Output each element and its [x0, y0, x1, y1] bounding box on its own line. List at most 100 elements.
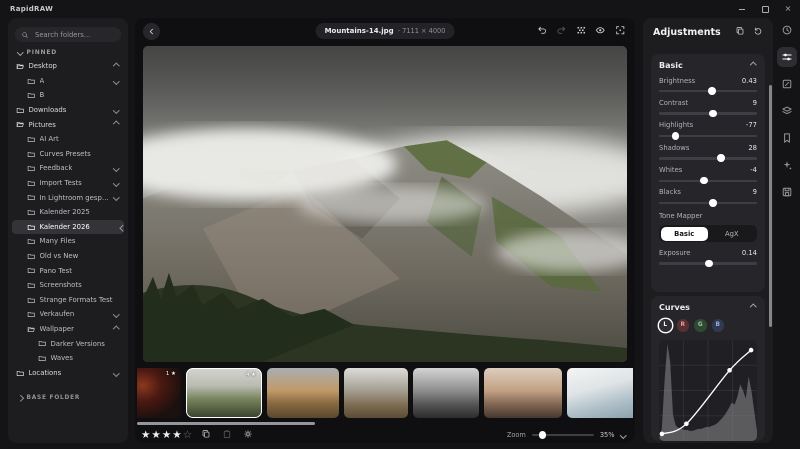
chevron-down-icon[interactable] [113, 180, 119, 186]
chevron-up-icon[interactable] [113, 63, 119, 69]
filmstrip-scrollbar[interactable] [137, 422, 315, 425]
curve-channel-l[interactable]: L [659, 319, 672, 332]
folder-item-ai-art[interactable]: AI Art [12, 132, 124, 147]
masks-panel-button[interactable] [777, 101, 797, 121]
zoom-slider[interactable] [532, 434, 594, 437]
exposure-slider[interactable] [659, 262, 757, 264]
filmstrip-thumb-cloud-peaks[interactable] [344, 368, 408, 418]
split-view-button[interactable] [576, 25, 587, 38]
chevron-up-icon[interactable] [113, 121, 119, 127]
pinned-section-header[interactable]: PINNED [18, 49, 57, 56]
folder-item-screenshots[interactable]: Screenshots [12, 278, 124, 293]
basic-section-header[interactable]: Basic [659, 61, 757, 70]
folder-item-curves-presets[interactable]: Curves Presets [12, 147, 124, 162]
filmstrip-thumb-paris-sunset[interactable] [484, 368, 562, 418]
folder-item-in-lightroom-gespeicherte[interactable]: In Lightroom gespeicherte ... [12, 190, 124, 205]
blacks-slider[interactable] [659, 202, 757, 204]
chevron-down-icon[interactable] [113, 194, 119, 200]
folder-item-wallpaper[interactable]: Wallpaper [12, 322, 124, 337]
folder-item-b[interactable]: B [12, 88, 124, 103]
filmstrip-thumb-snow-ridge[interactable] [567, 368, 633, 418]
chevron-up-icon[interactable] [113, 326, 119, 332]
zoom-slider-thumb[interactable] [539, 431, 547, 439]
slider-thumb[interactable] [709, 199, 717, 207]
ai-panel-button[interactable] [777, 155, 797, 175]
contrast-slider[interactable] [659, 112, 757, 114]
folder-item-kalender-2025[interactable]: Kalender 2025 [12, 205, 124, 220]
highlights-slider[interactable] [659, 135, 757, 137]
tone-mapper-option-basic[interactable]: Basic [661, 227, 709, 241]
tone-mapper-option-agx[interactable]: AgX [708, 227, 756, 241]
base-folder-row[interactable]: BASE FOLDER [18, 395, 80, 401]
curves-section-header[interactable]: Curves [659, 303, 757, 312]
filmstrip-settings-button[interactable] [243, 429, 253, 441]
folder-item-many-files[interactable]: Many Files [12, 234, 124, 249]
shadows-slider[interactable] [659, 157, 757, 159]
folder-item-strange-formats-test[interactable]: Strange Formats Test [12, 293, 124, 308]
chevron-down-icon[interactable] [113, 165, 119, 171]
slider-thumb[interactable] [672, 132, 680, 140]
chevron-down-icon[interactable] [113, 107, 119, 113]
preview-button[interactable] [595, 25, 606, 38]
curve-channel-g[interactable]: G [694, 319, 707, 332]
export-panel-button[interactable] [777, 182, 797, 202]
folder-item-downloads[interactable]: Downloads [12, 103, 124, 118]
fullscreen-button[interactable] [615, 25, 626, 38]
slider-thumb[interactable] [705, 260, 713, 268]
folder-item-waves[interactable]: Waves [12, 351, 124, 366]
whites-slider[interactable] [659, 180, 757, 182]
folder-item-feedback[interactable]: Feedback [12, 161, 124, 176]
sidebar-collapse-handle[interactable] [119, 222, 127, 234]
folder-item-pictures[interactable]: Pictures [12, 117, 124, 132]
curve-editor[interactable] [659, 340, 757, 441]
folder-item-import-tests[interactable]: Import Tests [12, 176, 124, 191]
chevron-down-icon[interactable] [113, 370, 119, 376]
history-panel-button[interactable] [777, 20, 797, 40]
folder-icon [38, 354, 47, 363]
folder-item-kalender-2026[interactable]: Kalender 2026 [12, 220, 124, 235]
image-canvas[interactable] [143, 46, 627, 362]
filmstrip-thumb-bw-city[interactable] [413, 368, 479, 418]
brightness-slider[interactable] [659, 90, 757, 92]
folder-item-locations[interactable]: Locations [12, 365, 124, 380]
adjustments-panel-button[interactable] [777, 47, 797, 67]
folder-item-verkaufen[interactable]: Verkaufen [12, 307, 124, 322]
folder-item-old-vs-new[interactable]: Old vs New [12, 249, 124, 264]
slider-thumb[interactable] [709, 110, 717, 118]
minimize-button[interactable] [736, 3, 748, 15]
folder-item-desktop[interactable]: Desktop [12, 59, 124, 74]
chevron-down-icon[interactable] [113, 311, 119, 317]
rating-star-5[interactable]: ☆ [183, 428, 192, 442]
curve-channel-r[interactable]: R [677, 319, 690, 332]
search-input[interactable] [33, 30, 117, 40]
paste-settings-button[interactable] [222, 429, 232, 441]
crop-panel-button[interactable] [777, 74, 797, 94]
presets-panel-button[interactable] [777, 128, 797, 148]
slider-thumb[interactable] [700, 177, 708, 185]
undo-button[interactable] [537, 25, 548, 38]
rating-star-3[interactable]: ★ [162, 428, 171, 442]
reset-adjustments-button[interactable] [753, 26, 763, 38]
chevron-down-icon[interactable] [113, 78, 119, 84]
back-button[interactable] [143, 23, 160, 40]
slider-thumb[interactable] [717, 154, 725, 162]
rating-star-2[interactable]: ★ [151, 428, 160, 442]
folder-item-darker-versions[interactable]: Darker Versions [12, 336, 124, 351]
maximize-button[interactable] [759, 3, 771, 15]
rating-star-4[interactable]: ★ [172, 428, 181, 442]
slider-thumb[interactable] [708, 87, 716, 95]
folder-item-pano-test[interactable]: Pano Test [12, 263, 124, 278]
adjustments-scrollbar[interactable] [769, 85, 772, 327]
chevron-down-icon[interactable] [620, 432, 626, 438]
curve-channel-b[interactable]: B [712, 319, 725, 332]
close-button[interactable]: × [782, 3, 794, 15]
folder-search[interactable] [15, 27, 121, 42]
filmstrip-thumb-city-night[interactable]: 1 ★ [137, 368, 181, 418]
rating-star-1[interactable]: ★ [141, 428, 150, 442]
filmstrip-thumb-mountain-fog[interactable]: 4 ★ [186, 368, 262, 418]
folder-item-a[interactable]: A [12, 74, 124, 89]
redo-button[interactable] [556, 25, 567, 38]
copy-settings-button[interactable] [735, 26, 745, 38]
filmstrip-thumb-valley-river[interactable] [267, 368, 339, 418]
copy-settings-button[interactable] [201, 429, 211, 441]
